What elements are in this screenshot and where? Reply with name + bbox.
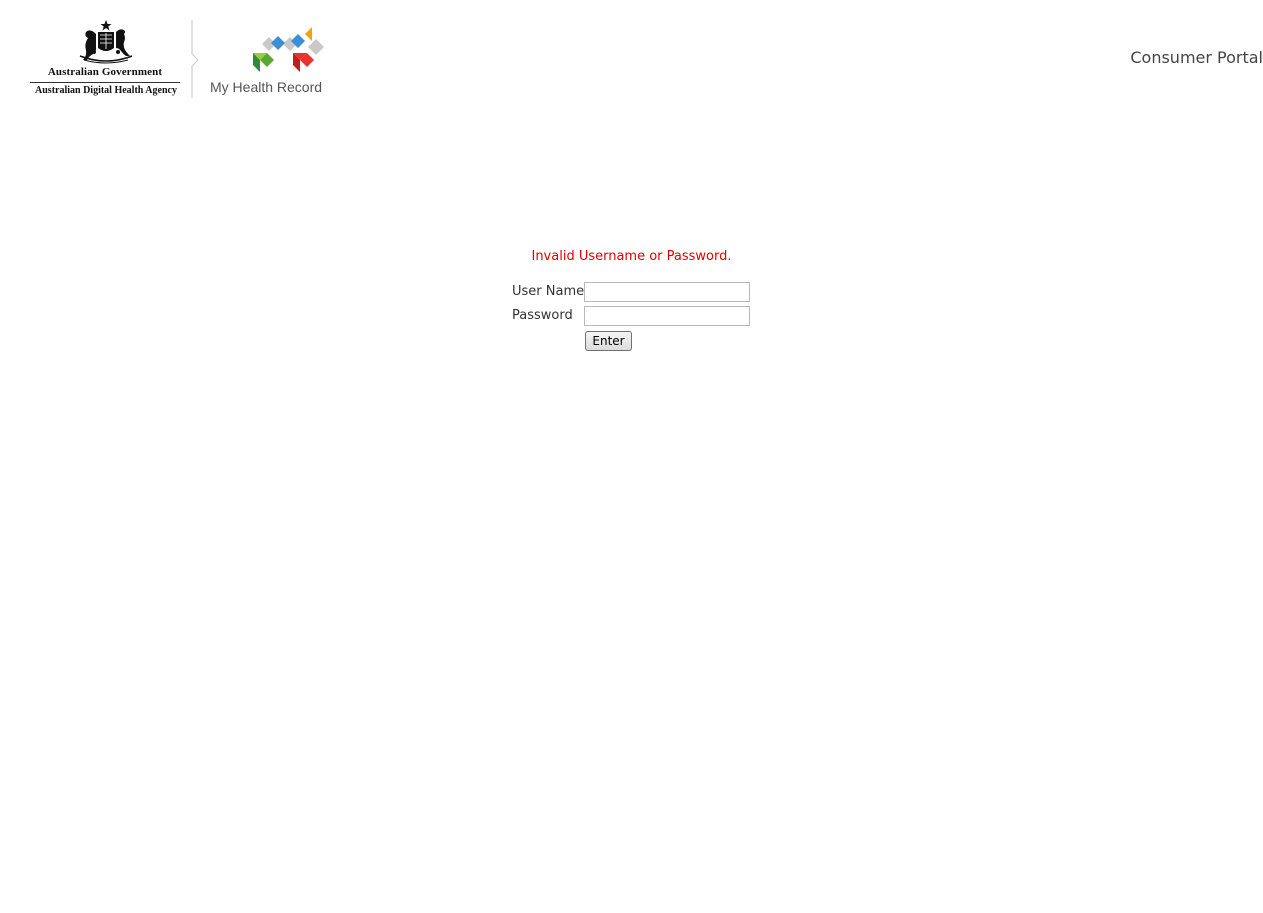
logo-divider [191,20,199,98]
login-page: Australian Government Australian Digital… [0,0,1263,913]
password-label: Password [512,308,573,323]
product-name: My Health Record [210,79,323,95]
username-label: User Name [512,284,585,299]
gov-name: Australian Government [47,66,163,78]
password-field[interactable] [584,306,750,326]
login-error-message: Invalid Username or Password. [531,249,732,264]
coat-of-arms-icon [79,20,133,64]
my-health-record-brand: My Health Record [208,22,330,98]
portal-title: Consumer Portal [1130,48,1263,67]
enter-button[interactable]: Enter [585,331,632,351]
header: Australian Government Australian Digital… [0,0,1263,110]
my-health-record-logo-icon [253,27,324,72]
agency-name: Australian Digital Health Agency [35,85,177,96]
gov-divider-rule [30,82,180,83]
australian-government-logo: Australian Government Australian Digital… [30,18,182,100]
username-field[interactable] [584,282,750,302]
